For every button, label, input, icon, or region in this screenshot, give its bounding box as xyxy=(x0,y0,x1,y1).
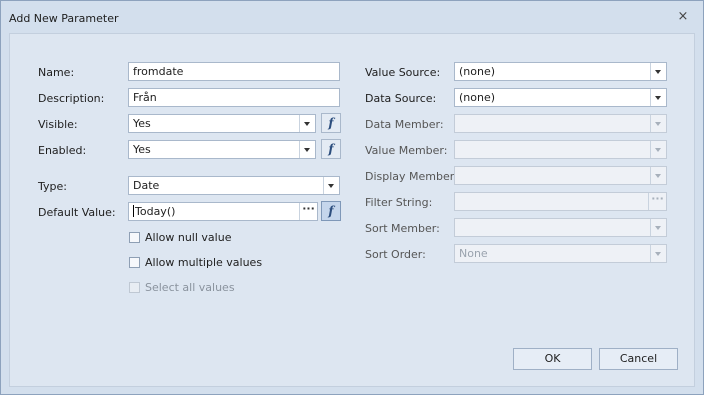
chevron-down-icon xyxy=(650,219,666,236)
select-all-label: Select all values xyxy=(145,281,235,294)
visible-value: Yes xyxy=(133,117,151,130)
filter-ellipsis-button: ··· xyxy=(648,193,666,210)
description-label: Description: xyxy=(38,92,105,105)
chevron-down-icon xyxy=(650,245,666,262)
title-bar: Add New Parameter × xyxy=(1,1,703,33)
data-source-dropdown[interactable]: (none) xyxy=(454,88,667,107)
allow-multiple-checkbox[interactable] xyxy=(129,257,140,268)
select-all-checkbox xyxy=(129,282,140,293)
enabled-dropdown[interactable]: Yes xyxy=(128,140,316,159)
data-source-label: Data Source: xyxy=(365,92,437,105)
display-member-dropdown xyxy=(454,166,667,185)
default-value-label: Default Value: xyxy=(38,206,116,219)
chevron-down-icon[interactable] xyxy=(650,63,666,80)
default-value-value: Today() xyxy=(135,205,176,218)
dialog-title: Add New Parameter xyxy=(9,12,119,25)
add-parameter-dialog: Add New Parameter × Name: Description: V… xyxy=(0,0,704,395)
description-input[interactable]: Från xyxy=(128,88,340,107)
value-member-dropdown xyxy=(454,140,667,159)
dialog-content: Name: Description: Visible: Enabled: Typ… xyxy=(9,33,695,387)
default-value-expression-button[interactable]: f xyxy=(321,201,341,221)
name-label: Name: xyxy=(38,66,75,79)
data-source-value: (none) xyxy=(459,91,496,104)
value-source-label: Value Source: xyxy=(365,66,441,79)
filter-string-input: ··· xyxy=(454,192,667,211)
visible-label: Visible: xyxy=(38,118,78,131)
name-value: fromdate xyxy=(133,65,184,78)
visible-expression-button[interactable]: f xyxy=(321,113,341,133)
enabled-expression-button[interactable]: f xyxy=(321,139,341,159)
data-member-label: Data Member: xyxy=(365,118,444,131)
sort-order-value: None xyxy=(459,247,488,260)
value-source-dropdown[interactable]: (none) xyxy=(454,62,667,81)
type-label: Type: xyxy=(38,180,67,193)
sort-member-label: Sort Member: xyxy=(365,222,440,235)
allow-null-label[interactable]: Allow null value xyxy=(145,231,231,244)
sort-order-label: Sort Order: xyxy=(365,248,426,261)
enabled-label: Enabled: xyxy=(38,144,87,157)
enabled-value: Yes xyxy=(133,143,151,156)
cancel-button[interactable]: Cancel xyxy=(599,348,678,370)
type-value: Date xyxy=(133,179,160,192)
value-member-label: Value Member: xyxy=(365,144,448,157)
description-value: Från xyxy=(133,91,157,104)
sort-order-dropdown: None xyxy=(454,244,667,263)
ok-button[interactable]: OK xyxy=(513,348,592,370)
sort-member-dropdown xyxy=(454,218,667,237)
text-cursor xyxy=(133,205,134,217)
value-source-value: (none) xyxy=(459,65,496,78)
type-dropdown[interactable]: Date xyxy=(128,176,340,195)
allow-null-checkbox[interactable] xyxy=(129,232,140,243)
chevron-down-icon xyxy=(650,115,666,132)
name-input[interactable]: fromdate xyxy=(128,62,340,81)
chevron-down-icon xyxy=(650,167,666,184)
chevron-down-icon[interactable] xyxy=(299,115,315,132)
chevron-down-icon[interactable] xyxy=(299,141,315,158)
data-member-dropdown xyxy=(454,114,667,133)
default-value-input[interactable]: Today() ··· xyxy=(128,202,318,221)
close-icon[interactable]: × xyxy=(676,10,690,23)
filter-string-label: Filter String: xyxy=(365,196,433,209)
visible-dropdown[interactable]: Yes xyxy=(128,114,316,133)
chevron-down-icon[interactable] xyxy=(650,89,666,106)
chevron-down-icon xyxy=(650,141,666,158)
chevron-down-icon[interactable] xyxy=(323,177,339,194)
ellipsis-button[interactable]: ··· xyxy=(299,203,317,220)
allow-multiple-label[interactable]: Allow multiple values xyxy=(145,256,262,269)
display-member-label: Display Member: xyxy=(365,170,458,183)
